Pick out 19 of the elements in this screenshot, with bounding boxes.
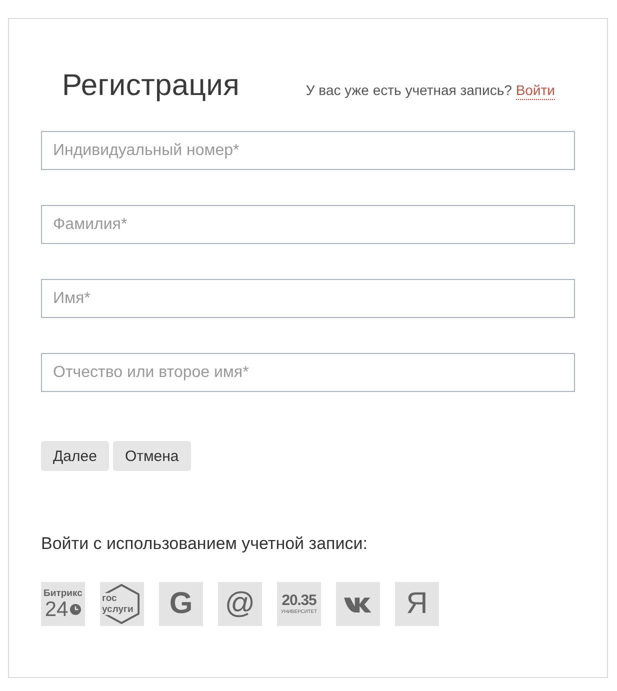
sign-in-option-button[interactable] xyxy=(336,582,380,626)
input-field[interactable]: Отчество или второе имя* xyxy=(41,353,575,392)
input-field[interactable]: Фамилия* xyxy=(41,205,575,244)
action-button[interactable]: Далее xyxy=(41,441,109,471)
page-title: Регистрация xyxy=(62,68,240,104)
logo-icon xyxy=(344,596,372,612)
sign-in-option-button[interactable]: гос услуги xyxy=(100,582,144,626)
social-login-heading: Войти с использованием учетной записи: xyxy=(41,533,368,555)
login-prompt: У вас уже есть учетная запись? Войти xyxy=(306,82,555,98)
hexagon-icon xyxy=(103,583,140,625)
login-link[interactable]: Войти xyxy=(516,82,555,100)
input-field[interactable]: Имя* xyxy=(41,279,575,318)
sign-in-option-button[interactable]: @ xyxy=(218,582,262,626)
clock-icon xyxy=(70,604,82,614)
sign-in-option-button[interactable]: Я xyxy=(395,582,439,626)
sign-in-option-button[interactable]: G xyxy=(159,582,203,626)
action-button[interactable]: Отмена xyxy=(112,441,191,471)
input-field[interactable]: Индивидуальный номер* xyxy=(41,131,575,170)
sign-in-option-button[interactable]: Битрикс 24 xyxy=(41,582,85,626)
